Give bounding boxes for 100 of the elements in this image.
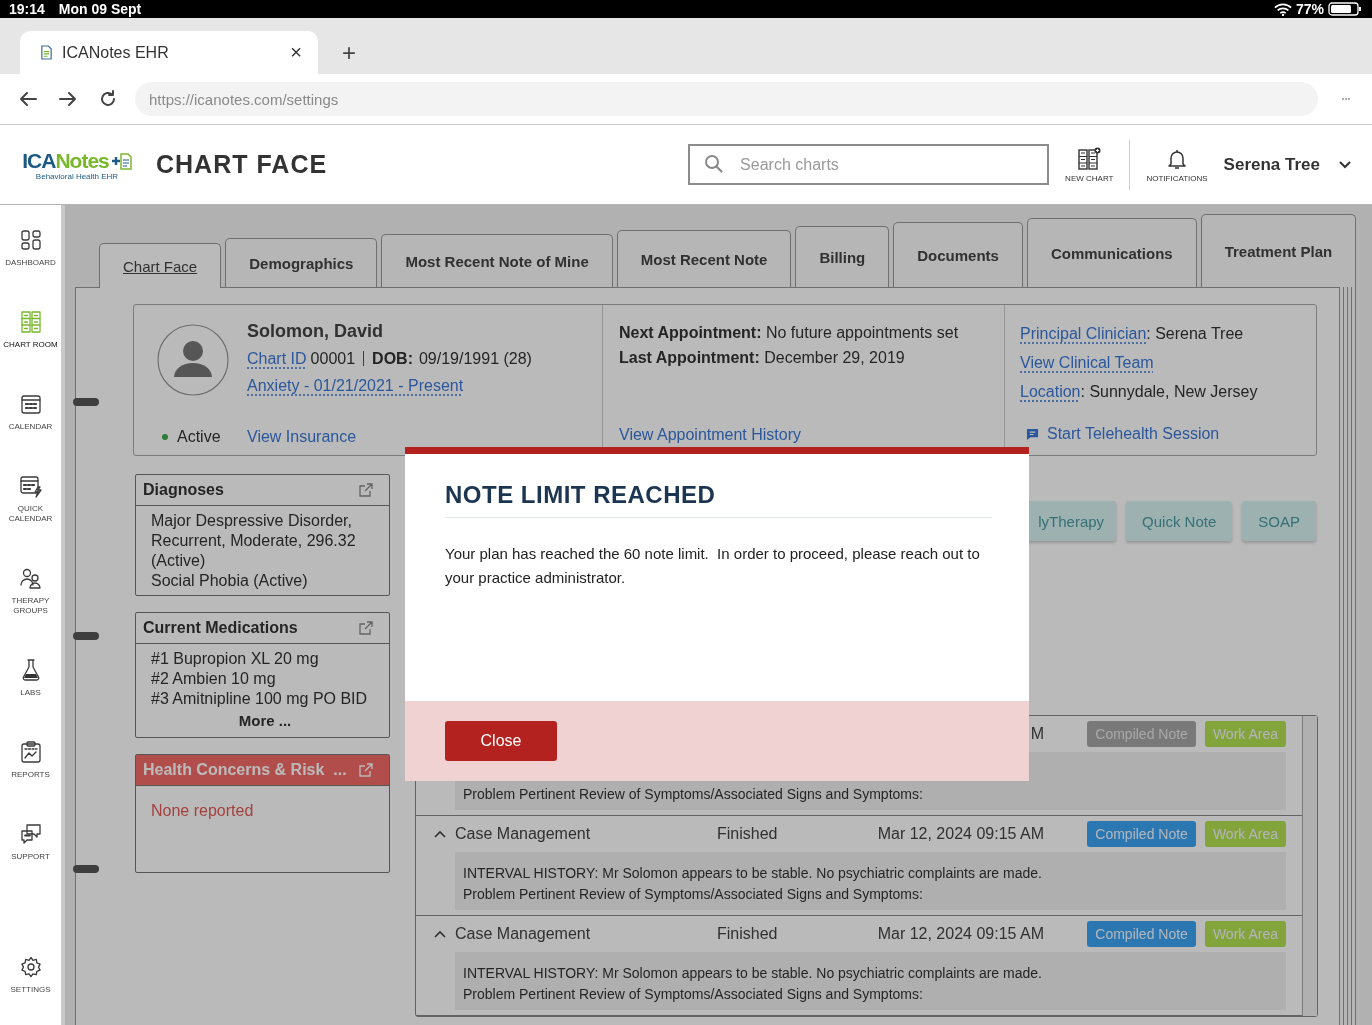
tab-title: ICANotes EHR <box>62 43 170 62</box>
sidebar-item[interactable]: QUICK CALENDAR <box>0 474 61 566</box>
note-status: Finished <box>717 925 779 943</box>
page-title: CHART FACE <box>156 150 328 179</box>
sidebar-item[interactable]: REPORTS <box>0 740 61 822</box>
panel-text: #2 Ambien 10 mg <box>151 669 277 689</box>
note-status: Finished <box>717 825 779 843</box>
panel-title: Current Medications <box>143 619 298 637</box>
more-link[interactable]: More ... <box>235 709 295 733</box>
scrollbar[interactable] <box>1302 716 1317 1016</box>
settings-icon <box>18 955 43 979</box>
binder-ring <box>73 398 99 406</box>
people-icon <box>18 566 43 590</box>
sidebar-item[interactable]: LABS <box>0 658 61 740</box>
back-icon[interactable] <box>18 89 38 109</box>
user-menu-button[interactable]: Serena Tree <box>1223 154 1352 175</box>
note-text: INTERVAL HISTORY: Mr Solomon appears to be stable. No psychiatric complaints are made. <box>463 864 1043 883</box>
cabinet-icon <box>18 310 43 334</box>
reload-icon[interactable] <box>98 89 118 109</box>
chevron-up-icon[interactable] <box>434 830 446 838</box>
calendar-bolt-icon <box>18 474 43 498</box>
note-text: INTERVAL HISTORY: Mr Solomon appears to be stable. No psychiatric complaints are made. <box>463 964 1043 983</box>
note-text: Problem Pertinent Review of Symptoms/Associated Signs and Symptoms: <box>463 885 924 904</box>
search-field[interactable]: Search charts <box>688 144 1050 185</box>
external-link-icon[interactable] <box>359 621 373 635</box>
chart-id: 00001 <box>310 351 365 366</box>
panel-text: None reported <box>151 801 255 821</box>
status-date: Mon 09 Sept <box>58 1 142 17</box>
note-date: Mar 12, 2024 09:15 AM <box>876 925 1044 943</box>
status-label: Active <box>177 428 221 446</box>
note-text: Problem Pertinent Review of Symptoms/Associated Signs and Symptoms: <box>463 785 924 804</box>
panel-text: Social Phobia (Active) <box>151 571 309 591</box>
close-button[interactable]: Close <box>445 721 557 761</box>
forward-icon[interactable] <box>58 89 78 109</box>
chat-icon <box>18 822 43 846</box>
tab[interactable]: Billing <box>795 226 890 287</box>
note-date: Mar 12, 2024 09:15 AM <box>876 825 1044 843</box>
note-text: Problem Pertinent Review of Symptoms/Associated Signs and Symptoms: <box>463 985 924 1004</box>
dialog-message: Your plan has reached the 60 note limit. In order to proceed, please reach out to your practice administrator. <box>445 544 981 588</box>
chat-icon <box>1026 427 1039 441</box>
telehealth-link[interactable]: Start Telehealth Session <box>1020 425 1301 443</box>
sidebar-item[interactable]: SETTINGS <box>0 955 61 995</box>
battery-icon <box>1328 2 1362 16</box>
note-type: Case Management <box>455 925 592 943</box>
status-time: 19:14 <box>9 1 45 17</box>
dob-value: 09/19/1991 (28) <box>418 349 532 369</box>
patient-name: Solomon, David <box>247 320 384 343</box>
panel-text: #1 Bupropion XL 20 mg <box>151 649 320 669</box>
new-tab-button[interactable]: + <box>338 39 360 67</box>
external-link-icon[interactable] <box>359 483 373 497</box>
grid-icon <box>18 228 43 252</box>
panel-text: #3 Amitnipline 100 mg PO BID <box>151 689 369 709</box>
logo-tagline: Behavioral Health EHR <box>35 171 119 181</box>
logo-icon <box>109 151 132 170</box>
sidebar-item[interactable]: THERAPY GROUPS <box>0 566 61 658</box>
tab[interactable]: Most Recent Note <box>616 230 792 287</box>
close-tab-button[interactable]: × <box>288 41 304 64</box>
document-icon <box>40 45 53 60</box>
next-appointment: Next Appointment: No future appointments set <box>619 323 960 343</box>
principal-clinician-link[interactable]: Principal Clinician <box>1020 325 1147 342</box>
wifi-icon <box>1273 2 1292 16</box>
tab[interactable]: Documents <box>893 222 1023 287</box>
dob-label: DOB: <box>372 349 413 369</box>
avatar-icon <box>157 324 229 396</box>
logo-wordmark: ICANotes <box>22 148 109 173</box>
sidebar-item[interactable]: DASHBOARD <box>0 228 61 310</box>
sidebar-item[interactable]: CHART ROOM <box>0 310 61 392</box>
location-link[interactable]: Location <box>1020 383 1081 400</box>
calendar-icon <box>18 392 43 416</box>
chevron-down-icon <box>1338 159 1352 170</box>
sidebar-item[interactable]: CALENDAR <box>0 392 61 474</box>
tab[interactable]: Chart Face <box>99 243 222 288</box>
location: Location: Sunnydale, New Jersey <box>1020 382 1259 402</box>
diagnosis-link[interactable]: Anxiety - 01/21/2021 - Present <box>247 372 464 399</box>
panel-title: Health Concerns & Risk ... <box>143 761 347 779</box>
clipboard-icon <box>18 740 43 764</box>
cabinet-plus-icon <box>1077 146 1102 171</box>
chart-id-link[interactable]: Chart ID <box>247 345 307 372</box>
note-date: M <box>1029 725 1044 743</box>
new-chart-button[interactable]: NEW CHART <box>1065 146 1114 183</box>
clinical-team-link[interactable]: View Clinical Team <box>1020 354 1154 371</box>
sidebar-item[interactable]: SUPPORT <box>0 822 61 904</box>
tab[interactable]: Communications <box>1026 218 1197 287</box>
battery-percent: 77% <box>1295 1 1324 17</box>
binder-ring <box>73 632 99 640</box>
note-type: Case Management <box>455 825 592 843</box>
chevron-up-icon[interactable] <box>434 930 446 938</box>
appointment-history-link[interactable]: View Appointment History <box>619 426 989 444</box>
notifications-button[interactable]: NOTIFICATIONS <box>1146 146 1208 183</box>
panel-text: Major Despressive Disorder, Recurrent, Moderate, 296.32 (Active) <box>151 511 357 571</box>
last-appointment: Last Appointment: December 29, 2019 <box>619 348 906 368</box>
principal-clinician: Principal Clinician: Serena Tree <box>1020 324 1245 344</box>
panel-title: Diagnoses <box>143 481 224 499</box>
tab[interactable]: Most Recent Note of Mine <box>381 234 613 287</box>
dialog-title: NOTE LIMIT REACHED <box>445 481 992 518</box>
tab[interactable]: Treatment Plan <box>1200 214 1357 287</box>
browser-tab[interactable]: ICANotes EHR × <box>20 31 318 74</box>
insurance-link[interactable]: View Insurance <box>247 428 357 446</box>
tab[interactable]: Demographics <box>225 238 378 287</box>
binder-ring <box>73 865 99 873</box>
